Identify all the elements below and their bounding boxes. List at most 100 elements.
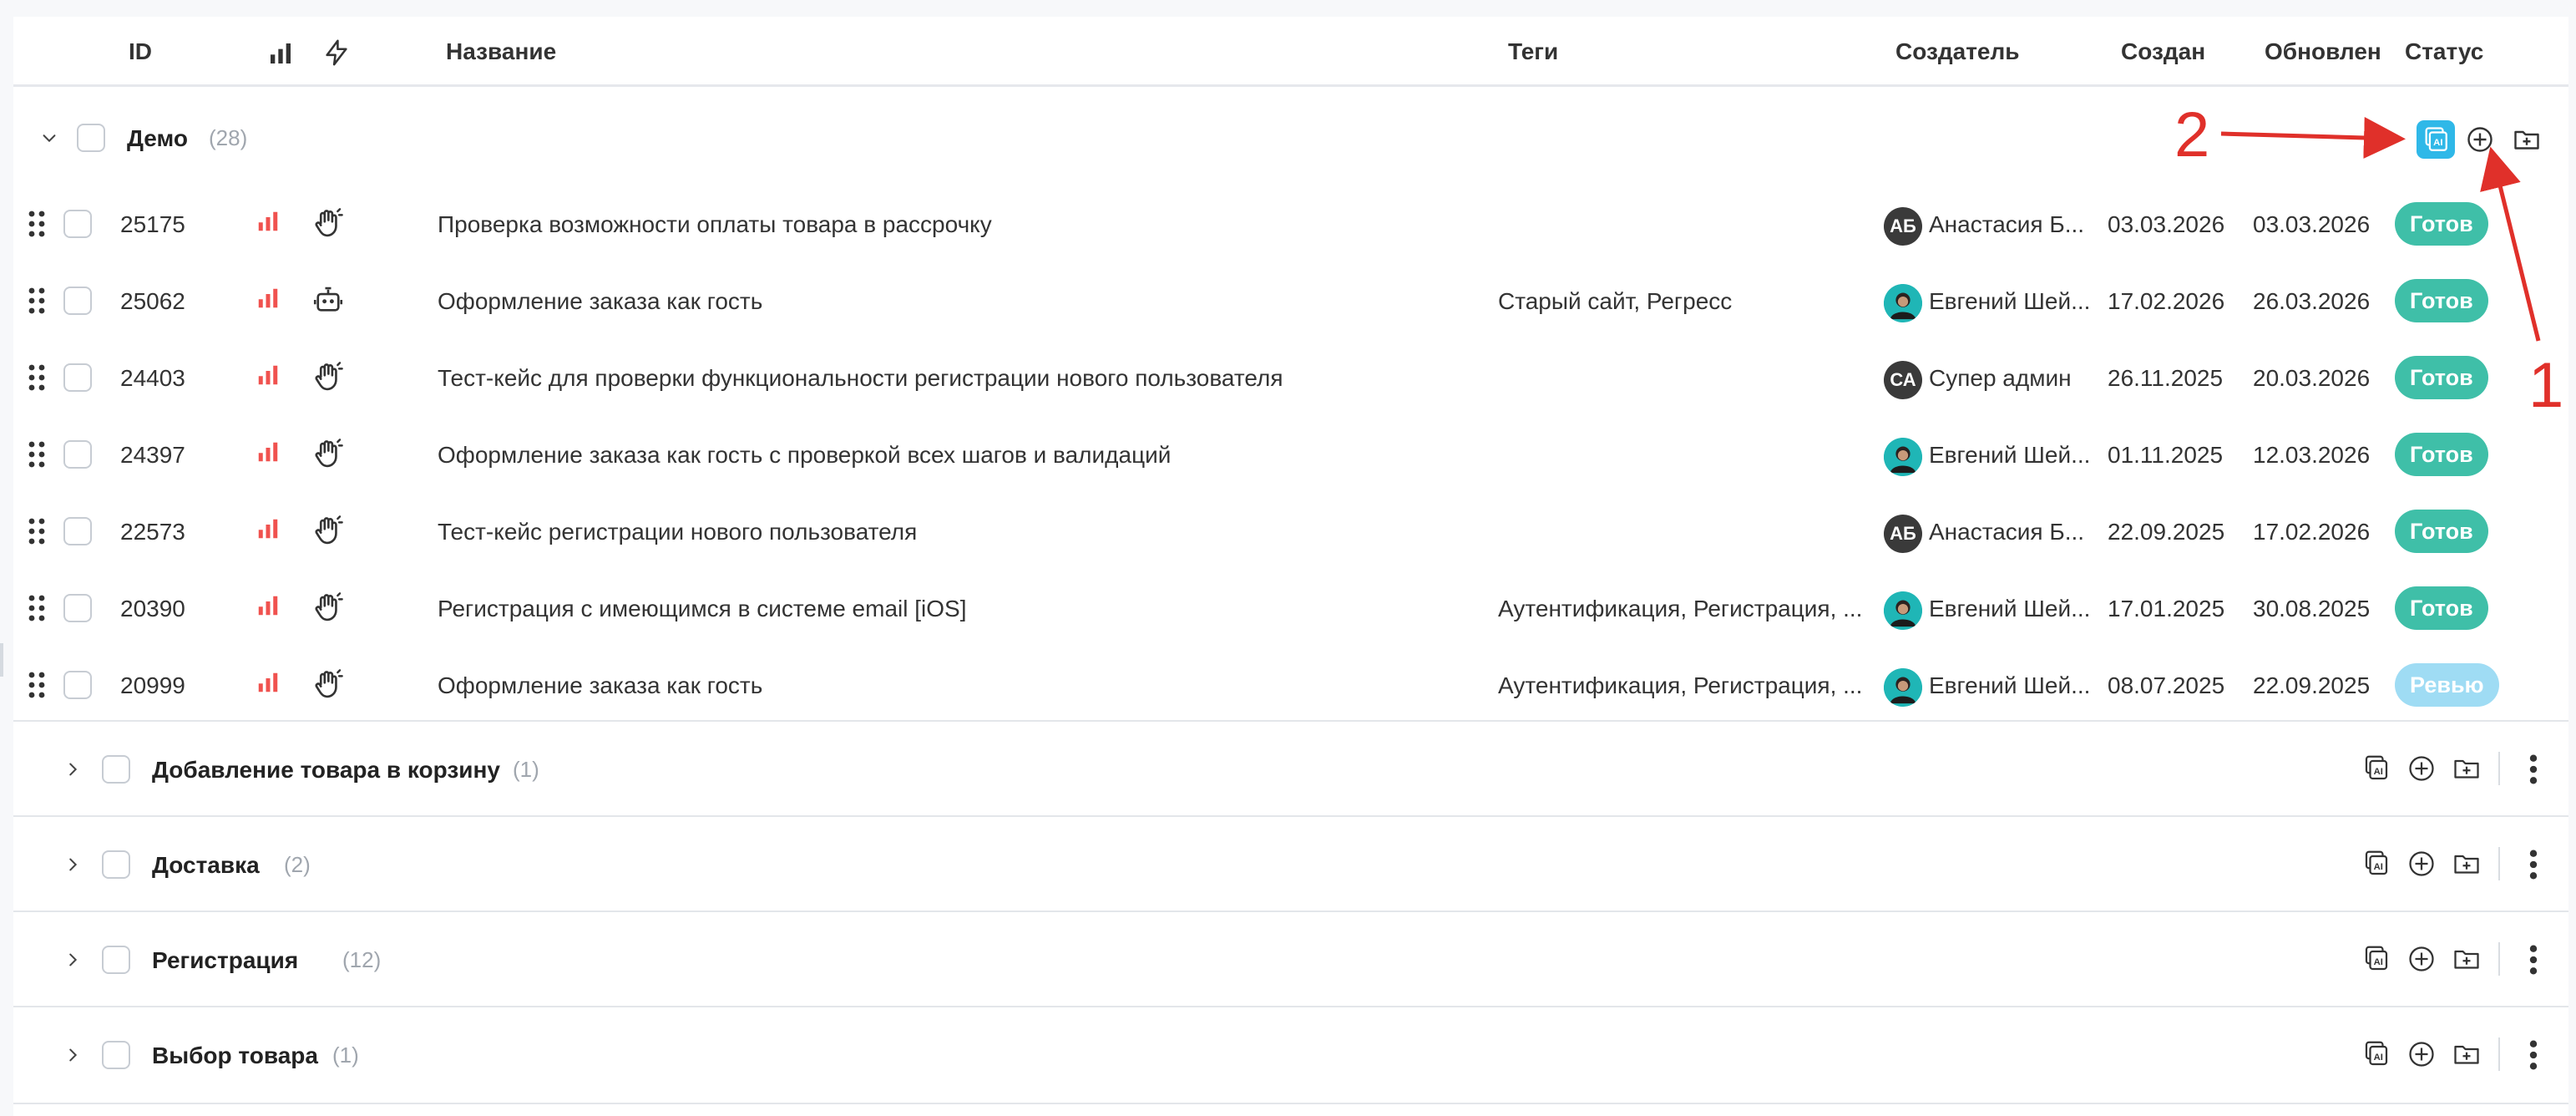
row-checkbox[interactable] xyxy=(63,363,92,392)
row-checkbox[interactable] xyxy=(63,210,92,238)
table-row[interactable]: 24397 Оформление заказа как гость с пров… xyxy=(13,416,2568,493)
chevron-right-icon[interactable] xyxy=(60,1042,85,1068)
row-checkbox[interactable] xyxy=(63,594,92,622)
row-id[interactable]: 20390 xyxy=(120,596,185,622)
row-id[interactable]: 25175 xyxy=(120,211,185,238)
row-name[interactable]: Оформление заказа как гость xyxy=(438,672,762,699)
row-checkbox[interactable] xyxy=(63,517,92,545)
col-creator[interactable]: Создатель xyxy=(1895,38,2020,65)
chevron-right-icon[interactable] xyxy=(60,757,85,782)
priority-high-icon xyxy=(258,365,278,385)
row-name[interactable]: Оформление заказа как гость с проверкой … xyxy=(438,442,1171,469)
row-updated: 20.03.2026 xyxy=(2253,365,2371,391)
row-name[interactable]: Тест-кейс для проверки функциональности … xyxy=(438,365,1283,392)
table-row[interactable]: 25062 Оформление заказа как гость Старый… xyxy=(13,262,2568,339)
row-updated: 26.03.2026 xyxy=(2253,288,2371,314)
plus-circle-icon[interactable] xyxy=(2405,1037,2438,1071)
drag-handle-icon[interactable] xyxy=(27,518,47,545)
row-tags: Аутентификация, Регистрация, ... xyxy=(1498,596,1863,621)
group-checkbox[interactable] xyxy=(102,850,130,879)
row-updated: 30.08.2025 xyxy=(2253,596,2371,621)
group-checkbox[interactable] xyxy=(102,755,130,784)
folder-plus-icon[interactable] xyxy=(2510,123,2543,156)
group-row[interactable]: Регистрация (12) AI xyxy=(13,911,2568,1006)
ai-generate-icon[interactable]: AI xyxy=(2360,847,2393,880)
row-id[interactable]: 24397 xyxy=(120,442,185,469)
priority-high-icon xyxy=(258,519,278,539)
row-name[interactable]: Тест-кейс регистрации нового пользовател… xyxy=(438,519,917,545)
group-row[interactable]: Добавление товара в корзину (1) AI xyxy=(13,720,2568,815)
plus-circle-icon[interactable] xyxy=(2405,942,2438,976)
col-status[interactable]: Статус xyxy=(2405,38,2483,65)
row-checkbox[interactable] xyxy=(63,287,92,315)
status-badge[interactable]: Готов xyxy=(2395,279,2488,322)
drag-handle-icon[interactable] xyxy=(27,595,47,621)
drag-handle-icon[interactable] xyxy=(27,672,47,698)
drag-handle-icon[interactable] xyxy=(27,441,47,468)
col-name[interactable]: Название xyxy=(446,38,556,65)
plus-circle-icon[interactable] xyxy=(2463,123,2497,156)
group-checkbox[interactable] xyxy=(102,946,130,974)
row-name[interactable]: Проверка возможности оплаты товара в рас… xyxy=(438,211,992,238)
table-row[interactable]: 25175 Проверка возможности оплаты товара… xyxy=(13,185,2568,262)
kebab-icon[interactable] xyxy=(2527,1039,2540,1071)
status-badge[interactable]: Готов xyxy=(2395,586,2488,630)
drag-handle-icon[interactable] xyxy=(27,287,47,314)
status-badge[interactable]: Готов xyxy=(2395,356,2488,399)
row-tags: Старый сайт, Регресс xyxy=(1498,288,1733,314)
row-id[interactable]: 25062 xyxy=(120,288,185,315)
kebab-icon[interactable] xyxy=(2527,849,2540,880)
row-id[interactable]: 22573 xyxy=(120,519,185,545)
folder-plus-icon[interactable] xyxy=(2450,847,2483,880)
table-row[interactable]: 20390 Регистрация с имеющимся в системе … xyxy=(13,570,2568,647)
row-name[interactable]: Регистрация с имеющимся в системе email … xyxy=(438,596,966,622)
priority-high-icon xyxy=(258,672,278,692)
row-name[interactable]: Оформление заказа как гость xyxy=(438,288,762,315)
folder-plus-icon[interactable] xyxy=(2450,942,2483,976)
row-id[interactable]: 24403 xyxy=(120,365,185,392)
group-checkbox[interactable] xyxy=(77,124,105,152)
kebab-icon[interactable] xyxy=(2527,944,2540,976)
col-tags[interactable]: Теги xyxy=(1508,38,1558,65)
status-badge[interactable]: Готов xyxy=(2395,202,2488,246)
table-row[interactable]: 24403 Тест-кейс для проверки функциональ… xyxy=(13,339,2568,416)
plus-circle-icon[interactable] xyxy=(2405,847,2438,880)
ai-generate-icon[interactable]: AI xyxy=(2360,1037,2393,1071)
row-id[interactable]: 20999 xyxy=(120,672,185,699)
divider xyxy=(2498,847,2500,880)
plus-circle-icon[interactable] xyxy=(2405,752,2438,785)
status-badge[interactable]: Готов xyxy=(2395,510,2488,553)
folder-plus-icon[interactable] xyxy=(2450,752,2483,785)
col-id[interactable]: ID xyxy=(129,38,152,65)
chevron-right-icon[interactable] xyxy=(60,947,85,972)
bar-chart-icon[interactable] xyxy=(267,40,294,67)
status-badge[interactable]: Готов xyxy=(2395,433,2488,476)
table-row[interactable]: 22573 Тест-кейс регистрации нового польз… xyxy=(13,493,2568,570)
row-checkbox[interactable] xyxy=(63,440,92,469)
col-updated[interactable]: Обновлен xyxy=(2265,38,2381,65)
group-row[interactable]: Выбор товара (1) AI xyxy=(13,1006,2568,1101)
avatar xyxy=(1884,591,1922,630)
kebab-icon[interactable] xyxy=(2527,753,2540,785)
drag-handle-icon[interactable] xyxy=(27,211,47,237)
group-row[interactable]: Доставка (2) AI xyxy=(13,815,2568,911)
drag-handle-icon[interactable] xyxy=(27,364,47,391)
status-badge[interactable]: Ревью xyxy=(2395,663,2499,707)
table-row[interactable]: 20999 Оформление заказа как гость Аутент… xyxy=(13,647,2568,723)
avatar: АБ xyxy=(1884,515,1922,553)
ai-generate-icon[interactable]: AI xyxy=(2417,120,2455,159)
ai-generate-icon[interactable]: AI xyxy=(2360,752,2393,785)
folder-plus-icon[interactable] xyxy=(2450,1037,2483,1071)
row-created: 17.02.2026 xyxy=(2108,288,2225,314)
row-checkbox[interactable] xyxy=(63,671,92,699)
chevron-down-icon[interactable] xyxy=(37,125,62,150)
row-creator: Анастасия Б... xyxy=(1929,519,2085,545)
svg-text:AI: AI xyxy=(2374,1053,2383,1063)
ai-generate-icon[interactable]: AI xyxy=(2360,942,2393,976)
chevron-right-icon[interactable] xyxy=(60,852,85,877)
group-name: Демо xyxy=(127,125,188,151)
lightning-icon[interactable] xyxy=(322,38,351,67)
group-checkbox[interactable] xyxy=(102,1041,130,1069)
col-created[interactable]: Создан xyxy=(2121,38,2205,65)
robot-icon xyxy=(313,287,343,312)
